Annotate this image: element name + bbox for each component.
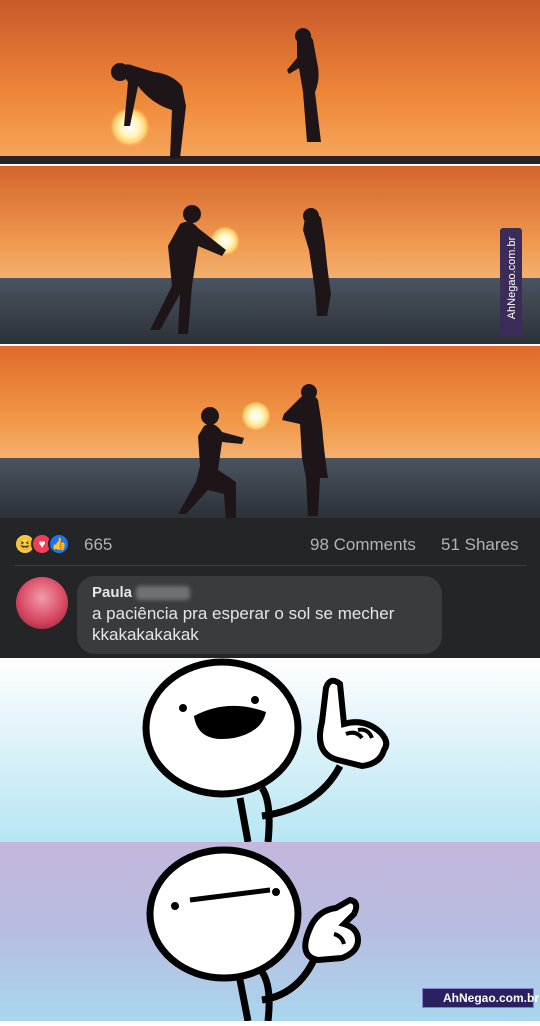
comment-text: a paciência pra esperar o sol se mecher …: [92, 603, 437, 645]
watermark-bottom-text: AhNegao.com.br: [443, 991, 540, 1005]
avatar[interactable]: [16, 577, 68, 629]
comment-author[interactable]: Paula: [92, 584, 132, 601]
watermark-side-text: AhNegao.com.br: [506, 236, 518, 320]
comments-count[interactable]: 98 Comments: [310, 535, 416, 555]
sunset-scene-1: [0, 0, 540, 164]
sunset-photo-3: [0, 346, 540, 518]
divider: [14, 565, 526, 566]
sunset-photo-2: [0, 166, 540, 344]
sunset-photo-1: [0, 0, 540, 164]
comment-line-1: a paciência pra esperar o sol se mecher: [92, 604, 395, 623]
censored-surname: [136, 586, 190, 600]
meme-face-open-mouth: [142, 658, 390, 843]
watermark-side: AhNegao.com.br: [500, 228, 522, 336]
comment-line-2: kkakakakakak: [92, 625, 199, 644]
reactions-count[interactable]: 665: [84, 535, 112, 555]
shares-count[interactable]: 51 Shares: [441, 535, 519, 555]
watermark-bottom: AhNegao.com.br: [422, 988, 539, 1008]
sunset-scene-3: [0, 346, 540, 518]
like-icon: 👍: [48, 533, 70, 555]
sunset-scene-2: [0, 166, 540, 344]
meme-panel-1: [0, 658, 540, 843]
